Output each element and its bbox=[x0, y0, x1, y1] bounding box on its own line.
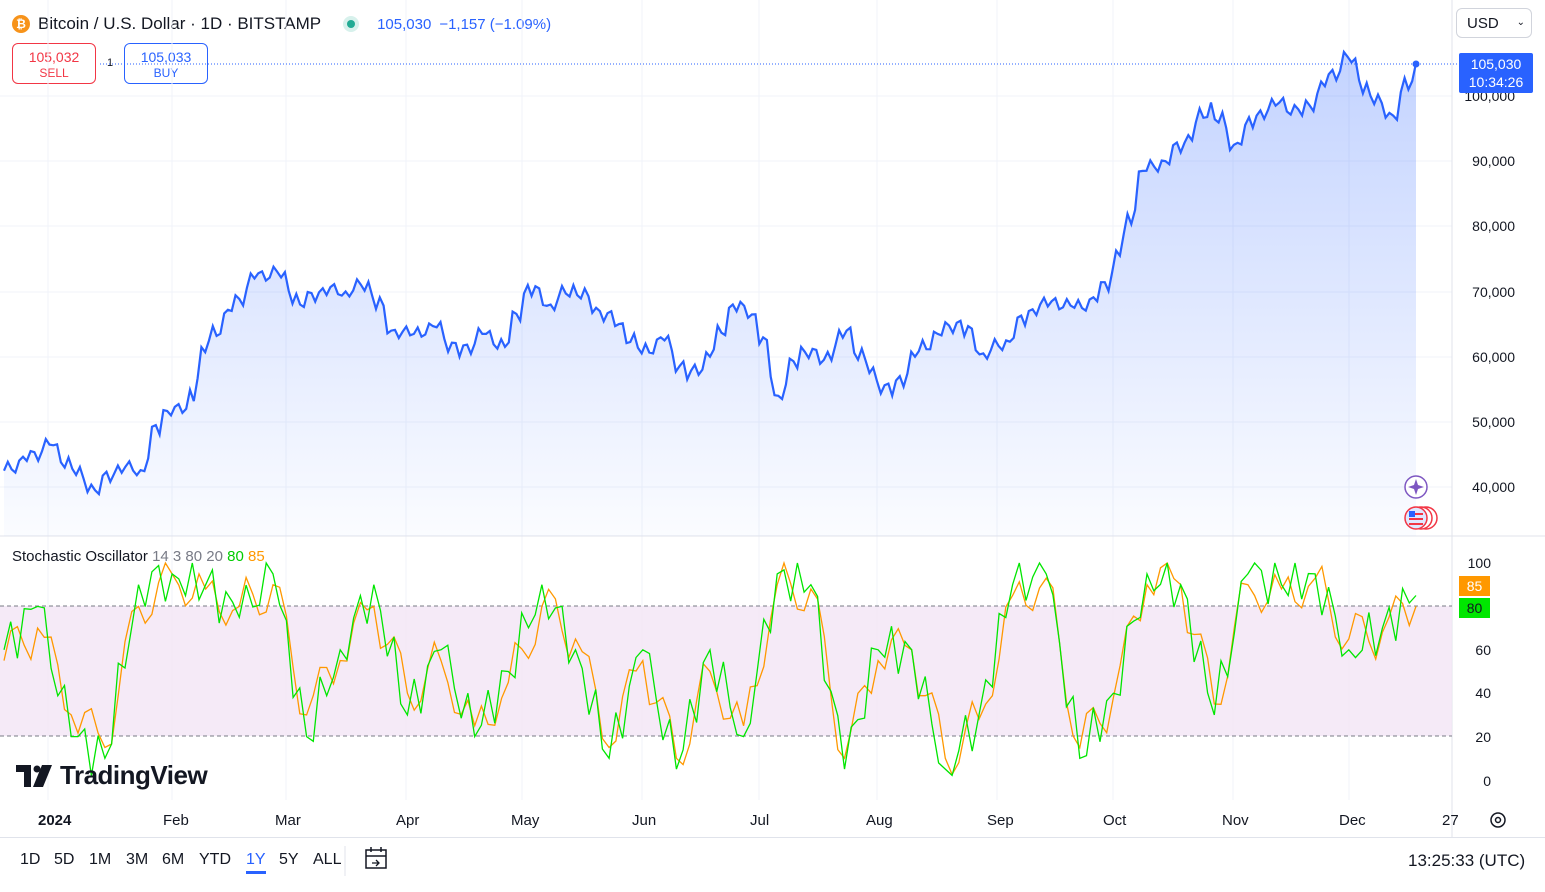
price-axis-label: 90,000 bbox=[1472, 153, 1515, 169]
x-axis-label: Mar bbox=[275, 812, 301, 829]
x-axis-label: Jun bbox=[632, 812, 657, 829]
price-axis-label: 60,000 bbox=[1472, 349, 1515, 365]
range-1y-button[interactable]: 1Y bbox=[246, 851, 266, 874]
x-axis-label: May bbox=[511, 812, 540, 829]
oscillator-d-value: 85 bbox=[248, 548, 265, 565]
osc-axis-label: 100 bbox=[1467, 555, 1491, 571]
osc-axis-label: 60 bbox=[1475, 642, 1491, 658]
x-axis-label: Feb bbox=[163, 812, 189, 829]
range-6m-button[interactable]: 6M bbox=[162, 851, 184, 869]
last-price-dot bbox=[1412, 60, 1420, 68]
gear-icon[interactable] bbox=[1490, 812, 1506, 828]
oscillator-legend[interactable]: Stochastic Oscillator 14 3 80 20 80 85 bbox=[12, 548, 265, 565]
range-ytd-button[interactable]: YTD bbox=[199, 851, 231, 869]
last-price-tag: 105,030 10:34:26 bbox=[1459, 53, 1533, 93]
x-axis-label: Apr bbox=[396, 812, 420, 829]
last-price-tag-value: 105,030 bbox=[1470, 56, 1522, 72]
tradingview-logo-icon bbox=[16, 764, 52, 787]
x-axis-label: Sep bbox=[987, 812, 1014, 829]
range-3m-button[interactable]: 3M bbox=[126, 851, 148, 869]
range-5y-button[interactable]: 5Y bbox=[279, 851, 299, 869]
x-axis-label: Oct bbox=[1103, 812, 1127, 829]
price-axis-label: 70,000 bbox=[1472, 284, 1515, 300]
price-axis-label: 50,000 bbox=[1472, 414, 1515, 430]
x-axis-label: Aug bbox=[866, 812, 893, 829]
range-all-button[interactable]: ALL bbox=[313, 851, 341, 869]
range-5d-button[interactable]: 5D bbox=[54, 851, 74, 869]
price-axis-label: 80,000 bbox=[1472, 218, 1515, 234]
tradingview-logo-text: TradingView bbox=[60, 760, 208, 790]
x-axis-label: 2024 bbox=[38, 812, 72, 829]
oscillator-name: Stochastic Oscillator bbox=[12, 548, 148, 565]
osc-axis-label: 40 bbox=[1475, 685, 1491, 701]
x-axis-label: Dec bbox=[1339, 812, 1366, 829]
x-axis-label: 27 bbox=[1442, 812, 1459, 829]
price-area bbox=[4, 52, 1416, 536]
bar-countdown: 10:34:26 bbox=[1468, 74, 1524, 90]
x-axis-label: Jul bbox=[750, 812, 770, 829]
range-1d-button[interactable]: 1D bbox=[20, 851, 40, 869]
d-value-tag: 80 bbox=[1459, 598, 1490, 618]
osc-axis-label: 20 bbox=[1475, 729, 1491, 745]
sparkle-icon[interactable] bbox=[1404, 475, 1428, 499]
oscillator-params: 14 3 80 20 bbox=[152, 548, 223, 565]
x-axis-label: Nov bbox=[1222, 812, 1249, 829]
price-axis-label: 40,000 bbox=[1472, 479, 1515, 495]
price-chart[interactable] bbox=[0, 0, 1545, 891]
tradingview-logo[interactable]: TradingView bbox=[16, 760, 208, 791]
k-value-tag: 85 bbox=[1459, 576, 1490, 596]
range-1m-button[interactable]: 1M bbox=[89, 851, 111, 869]
chart-window: ₿ Bitcoin / U.S. Dollar · 1D · BITSTAMP … bbox=[0, 0, 1545, 891]
oscillator-k-value: 80 bbox=[227, 548, 244, 565]
bottom-toolbar bbox=[0, 837, 1545, 892]
osc-axis-label: 0 bbox=[1483, 773, 1491, 789]
us-economic-events-icon[interactable] bbox=[1404, 506, 1438, 530]
utc-clock[interactable]: 13:25:33 (UTC) bbox=[1408, 851, 1525, 871]
